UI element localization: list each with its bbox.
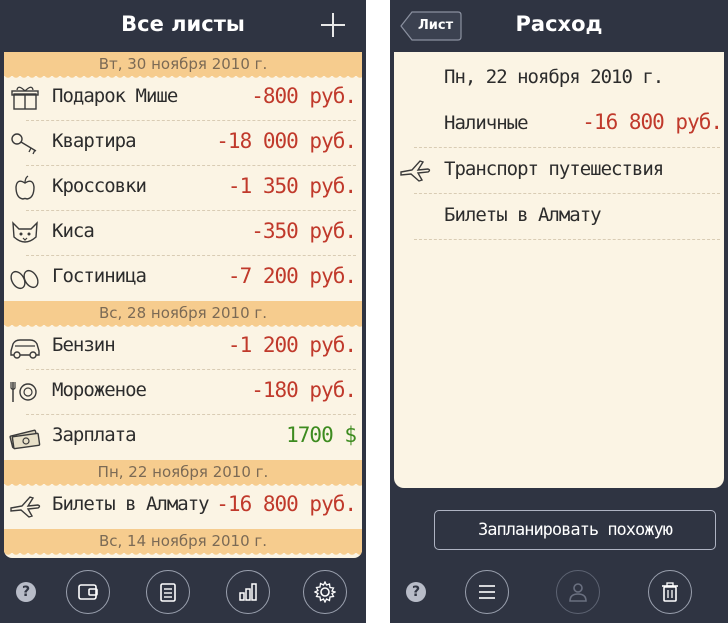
transactions-list[interactable]: Вт, 30 ноября 2010 г. Подарок Мише -800 ру… [4,52,362,558]
note-value: Билеты в Алмату [444,204,602,226]
wallet-tab[interactable] [66,570,110,614]
item-label: Гостиница [52,265,147,287]
navigation-bar: Лист Расход [390,0,728,52]
slippers-icon [10,269,39,290]
wallet-icon [78,584,98,600]
account-value: Наличные [444,112,529,134]
delete-tab[interactable] [648,570,692,614]
help-button[interactable]: ? [16,582,36,602]
list-item[interactable]: Квартира -18 000 руб. [4,121,362,166]
date-row[interactable]: Пн, 22 ноября 2010 г. [394,56,724,102]
page-title: Все листы [121,12,245,36]
add-button[interactable] [318,10,348,40]
menu-tab[interactable] [465,570,509,614]
section-date-header: Вт, 30 ноября 2010 г. [4,52,362,80]
person-tab[interactable] [556,570,600,614]
cutlery-icon [10,382,37,402]
plan-similar-button[interactable]: Запланировать похожую [434,510,716,550]
category-row[interactable]: Транспорт путешествия [394,148,724,194]
car-icon [10,339,40,359]
sheets-screen: Все листы Вт, 30 ноября 2010 г. Подарок М… [0,0,366,623]
bar-chart-icon [239,583,257,601]
list-item[interactable]: Подарок Мише -800 руб. [4,76,362,121]
item-amount: -350 руб. [251,219,357,243]
note-row[interactable]: Билеты в Алмату [394,194,724,240]
page-title: Расход [515,12,603,36]
row-divider [414,239,720,240]
person-icon [569,583,587,602]
item-amount: -16 800 руб. [216,492,357,516]
section-date-header: Пн, 22 ноября 2010 г. [4,460,362,488]
list-item[interactable]: Зарплата 1700 $ [4,415,362,460]
item-label: Подарок Мише [52,85,178,107]
item-label: Киса [52,220,95,242]
item-amount: 1700 $ [286,423,357,447]
statistics-tab[interactable] [226,570,270,614]
notepad-tab[interactable] [146,570,190,614]
expense-details: Пн, 22 ноября 2010 г. Наличные -16 800 р… [394,52,724,488]
plane-icon [10,496,41,518]
item-amount: -180 руб. [251,378,357,402]
list-item[interactable]: Гостиница -7 200 руб. [4,256,362,301]
notepad-icon [160,583,176,602]
item-label: Квартира [52,130,137,152]
item-amount: -800 руб. [251,84,357,108]
item-label: Бензин [52,334,116,356]
item-amount: -18 000 руб. [216,129,357,153]
date-value: Пн, 22 ноября 2010 г. [444,66,664,88]
settings-tab[interactable] [303,570,347,614]
navigation-bar: Все листы [0,0,366,52]
amount-value: -16 800 руб. [582,110,723,134]
item-label: Билеты в Алмату [52,493,210,515]
apple-icon [15,175,35,200]
tab-bar: ? [390,563,728,623]
help-button[interactable]: ? [406,582,426,602]
money-icon [9,429,41,450]
cat-icon [12,221,38,243]
item-amount: -7 200 руб. [227,264,357,288]
tab-bar: ? [0,563,366,623]
gear-icon [314,581,336,603]
list-item[interactable]: Мороженое -180 руб. [4,370,362,415]
section-date-header: Вс, 28 ноября 2010 г. [4,301,362,329]
list-item[interactable]: Киса -350 руб. [4,211,362,256]
item-amount: -1 200 руб. [227,333,357,357]
menu-icon [479,585,495,599]
gift-icon [11,86,39,110]
list-item[interactable]: Билеты в Алмату -16 800 руб. [4,484,362,529]
keys-icon [11,133,37,155]
plane-icon [400,160,431,182]
expense-screen: Лист Расход Пн, 22 ноября 2010 г. Наличн… [390,0,728,623]
trash-icon [662,582,678,602]
item-label: Кроссовки [52,175,147,197]
category-value: Транспорт путешествия [444,158,664,180]
list-item[interactable]: Кроссовки -1 350 руб. [4,166,362,211]
account-row[interactable]: Наличные -16 800 руб. [394,102,724,148]
item-label: Зарплата [52,424,137,446]
section-date-header: Вс, 14 ноября 2010 г. [4,529,362,557]
item-amount: -1 350 руб. [227,174,357,198]
list-item[interactable]: Бензин -1 200 руб. [4,325,362,370]
item-label: Мороженое [52,379,147,401]
